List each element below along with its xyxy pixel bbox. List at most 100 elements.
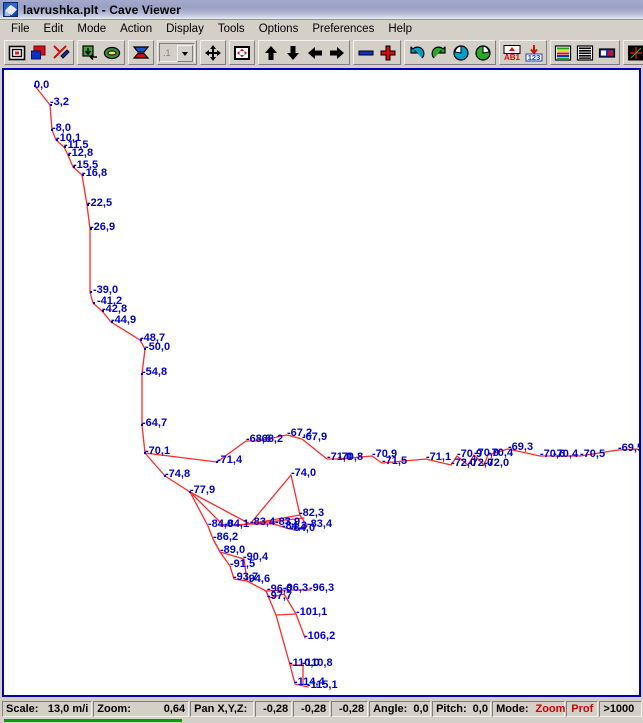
edit-pencil-button[interactable] <box>50 42 72 63</box>
select-box-button[interactable] <box>6 42 28 63</box>
depths-123-button[interactable]: 123 <box>523 42 545 63</box>
ellipse-button[interactable] <box>101 42 123 63</box>
arrow-left-button[interactable] <box>304 42 326 63</box>
menu-item-preferences[interactable]: Preferences <box>305 22 381 37</box>
status-prof: Prof <box>566 701 599 717</box>
toolbar-group-fit <box>229 40 255 65</box>
redo-button[interactable] <box>428 42 450 63</box>
menu-item-options[interactable]: Options <box>252 22 306 37</box>
status-mode: Mode: Zoom <box>492 701 565 717</box>
toolbar-group-scale: .1 <box>157 40 197 65</box>
status-mode-label: Mode: <box>496 703 529 715</box>
scale-combo[interactable]: .1 <box>159 43 195 62</box>
gray-bands-icon <box>576 44 594 62</box>
status-zoom-value: 0,64 <box>163 703 186 715</box>
zoom-in-icon <box>379 44 397 62</box>
color-bands-button[interactable] <box>552 42 574 63</box>
color-bands-icon <box>554 44 572 62</box>
status-zoom: Zoom: 0,64 <box>93 701 190 717</box>
menu-item-help[interactable]: Help <box>381 22 419 37</box>
labels-ab1-icon: AB1 <box>503 44 521 62</box>
crosshair-axes-button[interactable] <box>625 42 643 63</box>
toolbar-group-axes <box>623 40 643 65</box>
arrow-right-button[interactable] <box>326 42 348 63</box>
status-scale-label: Scale: <box>6 703 39 715</box>
status-pitch-label: Pitch: <box>436 703 467 715</box>
menu-item-mode[interactable]: Mode <box>70 22 113 37</box>
pan-move-icon <box>204 44 222 62</box>
toolbar-group-zoom <box>353 40 401 65</box>
chevron-down-icon[interactable] <box>177 45 193 62</box>
undo-icon <box>408 44 426 62</box>
status-prof-label: Prof <box>571 703 594 715</box>
rotate-right-icon <box>474 44 492 62</box>
anaglyph-glasses-button[interactable] <box>596 42 618 63</box>
zoom-in-button[interactable] <box>377 42 399 63</box>
zoom-out-icon <box>357 44 375 62</box>
status-scale: Scale: 13,0 m/i <box>2 701 93 717</box>
cave-survey-lines <box>34 85 638 688</box>
edit-pencil-icon <box>52 44 70 62</box>
arrow-up-button[interactable] <box>260 42 282 63</box>
status-pan-z: -0,28 <box>331 701 369 717</box>
status-pan-x: -0,28 <box>255 701 293 717</box>
undo-button[interactable] <box>406 42 428 63</box>
gray-bands-button[interactable] <box>574 42 596 63</box>
import-arrow-button[interactable] <box>79 42 101 63</box>
toolbar-group-render <box>550 40 620 65</box>
arrow-left-icon <box>306 44 324 62</box>
rotate-right-button[interactable] <box>472 42 494 63</box>
progress-bar <box>4 719 182 722</box>
status-pitch: Pitch: 0,0 <box>432 701 492 717</box>
shapes-button[interactable] <box>28 42 50 63</box>
status-angle-label: Angle: <box>373 703 408 715</box>
toolbar-group-section <box>128 40 154 65</box>
svg-text:123: 123 <box>528 53 541 62</box>
toolbar-group-io <box>77 40 125 65</box>
anaglyph-glasses-icon <box>598 44 616 62</box>
status-zoom-label: Zoom: <box>97 703 131 715</box>
section-view-button[interactable] <box>130 42 152 63</box>
toolbar-group-pan <box>200 40 226 65</box>
status-pitch-value: 0,0 <box>472 703 488 715</box>
labels-ab1-button[interactable]: AB1 <box>501 42 523 63</box>
fit-to-window-icon <box>233 44 251 62</box>
status-pan-y-value: -0,28 <box>301 703 327 715</box>
select-box-icon <box>8 44 26 62</box>
arrow-up-icon <box>262 44 280 62</box>
arrow-down-icon <box>284 44 302 62</box>
import-arrow-icon <box>81 44 99 62</box>
status-pan-label: Pan X,Y,Z: <box>194 703 248 715</box>
status-mode-value: Zoom <box>535 703 566 715</box>
app-icon <box>3 2 18 17</box>
fit-to-window-button[interactable] <box>231 42 253 63</box>
arrow-down-button[interactable] <box>282 42 304 63</box>
menu-item-tools[interactable]: Tools <box>211 22 252 37</box>
ellipse-icon <box>103 44 121 62</box>
menu-item-edit[interactable]: Edit <box>37 22 71 37</box>
window-title: lavrushka.plt - Cave Viewer <box>23 2 181 17</box>
toolbar-group-rotate <box>404 40 496 65</box>
arrow-right-icon <box>328 44 346 62</box>
rotate-left-button[interactable] <box>450 42 472 63</box>
title-bar: lavrushka.plt - Cave Viewer <box>0 0 643 20</box>
toolbar-group-labels: AB1 123 <box>499 40 547 65</box>
menu-bar: File Edit Mode Action Display Tools Opti… <box>0 20 643 38</box>
status-count-label: >1000 <box>603 703 635 715</box>
menu-item-file[interactable]: File <box>4 22 37 37</box>
status-pan-label-cell: Pan X,Y,Z: <box>190 701 255 717</box>
cave-plot-canvas[interactable]: 0,0 -3,2 -8,0 -10,1 -11,5 -12,8 -15,5 -16,8 -22,… <box>2 68 641 697</box>
toolbar-group-arrows <box>258 40 350 65</box>
status-angle: Angle: 0,0 <box>369 701 432 717</box>
status-pan-x-value: -0,28 <box>263 703 289 715</box>
svg-text:AB1: AB1 <box>504 53 521 62</box>
menu-item-display[interactable]: Display <box>159 22 211 37</box>
rotate-left-icon <box>452 44 470 62</box>
status-angle-value: 0,0 <box>413 703 429 715</box>
status-scale-value: 13,0 m/i <box>47 703 89 715</box>
zoom-out-button[interactable] <box>355 42 377 63</box>
menu-item-action[interactable]: Action <box>113 22 159 37</box>
depths-123-icon: 123 <box>525 44 543 62</box>
pan-move-button[interactable] <box>202 42 224 63</box>
app-window: lavrushka.plt - Cave Viewer File Edit Mo… <box>0 0 643 723</box>
